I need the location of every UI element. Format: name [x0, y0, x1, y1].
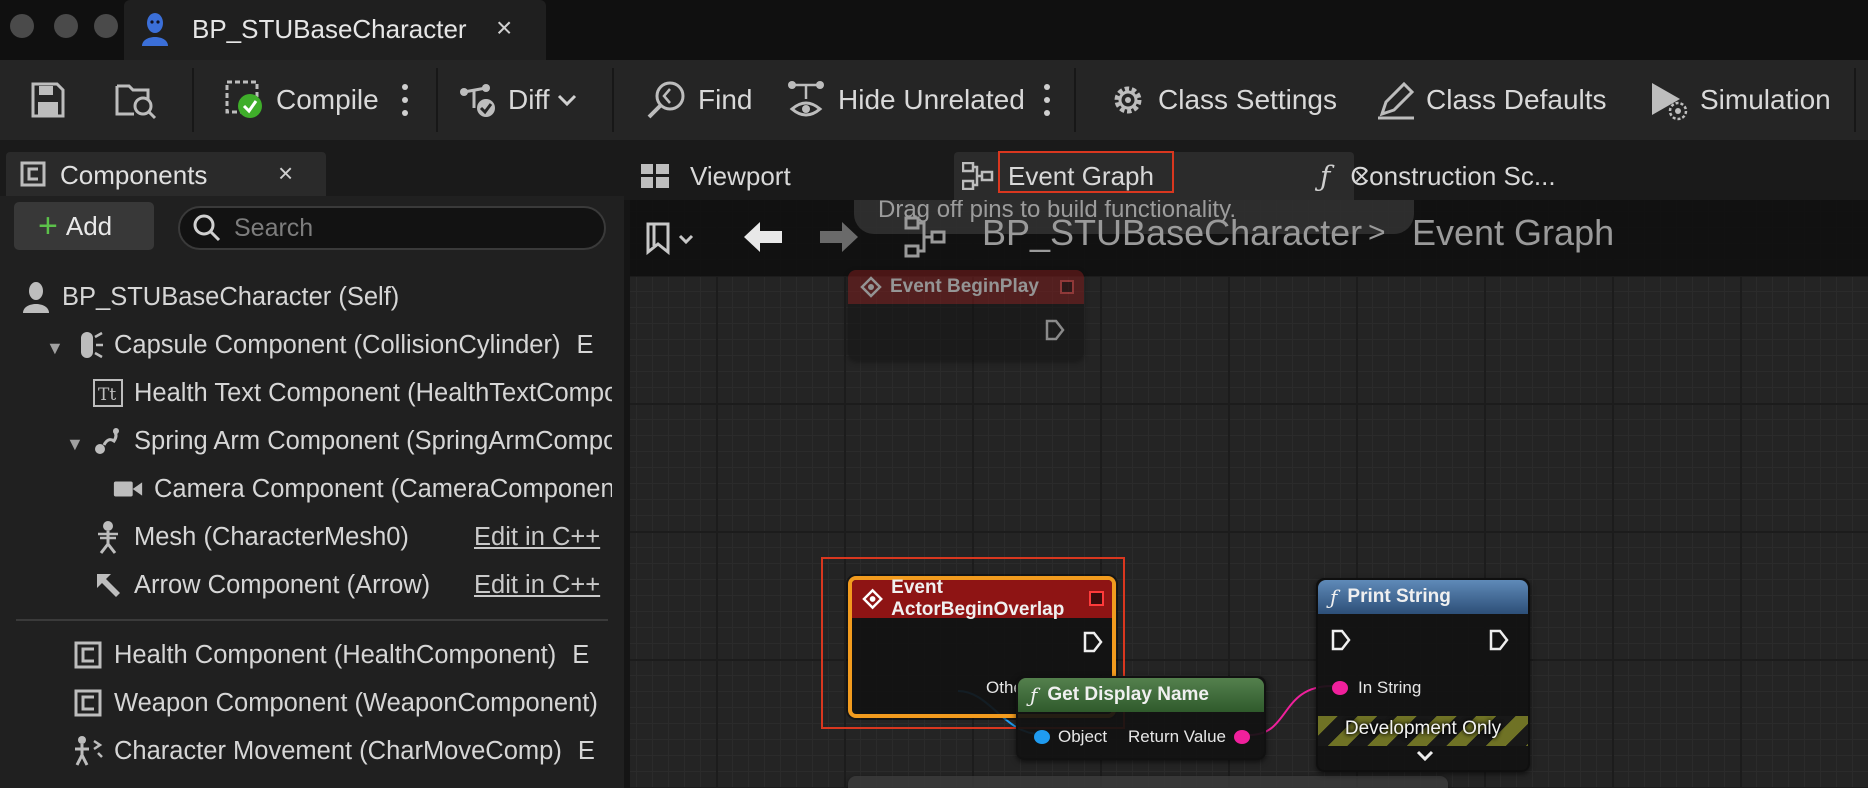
node-get-display-name[interactable]: ƒ Get Display Name Object Return Value: [1016, 676, 1266, 760]
hide-unrelated-icon: [788, 81, 824, 117]
hide-unrelated-label: Hide Unrelated: [838, 84, 1025, 115]
gear-icon: [1114, 86, 1142, 114]
tree-item-mesh[interactable]: Mesh (CharacterMesh0): [92, 515, 409, 559]
tree-item-capsule[interactable]: Capsule Component (CollisionCylinder) E: [72, 323, 593, 367]
class-defaults-label: Class Defaults: [1426, 84, 1607, 115]
component-tree: BP_STUBaseCharacter (Self) ▼ Capsule Com…: [0, 0, 612, 788]
node-header: ƒ Get Display Name: [1018, 678, 1264, 712]
tab-construction-script[interactable]: ƒ Construction Sc...: [1292, 152, 1672, 200]
event-graph-tab-highlight: [998, 151, 1174, 193]
function-icon: ƒ: [1030, 683, 1038, 707]
node-title: Get Display Name: [1047, 684, 1209, 705]
pin-label-object: Object: [1058, 727, 1108, 746]
development-only-label: Development Only: [1344, 718, 1502, 739]
hide-unrelated-options-icon[interactable]: [1044, 84, 1050, 116]
tree-item-label: Health Component (HealthComponent): [114, 640, 557, 669]
tree-item-health-text[interactable]: Tt Health Text Component (HealthTextComp…: [92, 371, 612, 415]
pin-label-in-string: In String: [1358, 678, 1422, 697]
pin-label-return-value: Return Value: [1128, 727, 1226, 746]
edit-in-cpp-link-truncated[interactable]: E: [572, 641, 589, 670]
edit-in-cpp-link-truncated[interactable]: E: [576, 331, 593, 360]
exec-output-pin-icon[interactable]: [1488, 628, 1510, 652]
simulation-play-icon: [1652, 83, 1688, 121]
class-settings-label: Class Settings: [1158, 84, 1337, 115]
hide-unrelated-button[interactable]: Hide Unrelated: [786, 80, 1025, 120]
string-output-pin-icon[interactable]: [1234, 730, 1250, 744]
tree-item-camera[interactable]: Camera Component (CameraComponent): [112, 467, 612, 511]
tree-item-arrow[interactable]: Arrow Component (Arrow): [92, 563, 430, 607]
exec-input-pin-icon[interactable]: [1330, 628, 1352, 652]
component-icon: [72, 639, 104, 671]
component-icon: [72, 687, 104, 719]
find-icon: [647, 81, 685, 119]
class-defaults-button[interactable]: Class Defaults: [1376, 80, 1607, 120]
arrow-component-icon: [92, 569, 124, 601]
event-graph-icon: [962, 162, 994, 190]
tree-item-character-movement[interactable]: Character Movement (CharMoveComp) E: [72, 729, 595, 773]
function-icon: ƒ: [1320, 159, 1331, 193]
tree-item-label: Character Movement (CharMoveComp): [114, 736, 562, 765]
tree-item-label: Mesh (CharacterMesh0): [134, 522, 409, 551]
node-header: ƒ Print String: [1318, 580, 1528, 614]
toolbar-separator: [1854, 68, 1856, 132]
tree-item-label: Spring Arm Component (SpringArmComponent…: [134, 426, 612, 455]
simulation-label: Simulation: [1700, 84, 1831, 115]
capsule-collision-icon: [72, 329, 104, 361]
edit-in-cpp-link[interactable]: Edit in C++: [474, 571, 600, 600]
tree-item-label: Arrow Component (Arrow): [134, 570, 431, 599]
collapse-caret-icon[interactable]: ▼: [46, 338, 64, 359]
editor-tabs-bar: Viewport Event Graph × ƒ Construction Sc…: [624, 140, 1868, 200]
node-title: Print String: [1347, 586, 1451, 607]
class-settings-button[interactable]: Class Settings: [1108, 80, 1337, 120]
tree-item-weapon-component[interactable]: Weapon Component (WeaponComponent): [72, 681, 598, 725]
tree-item-health-component[interactable]: Health Component (HealthComponent) E: [72, 633, 589, 677]
object-input-pin-icon[interactable]: [1034, 730, 1050, 744]
toolbar-separator: [1074, 68, 1076, 132]
event-graph-canvas[interactable]: Drag off pins to build functionality. BP…: [630, 200, 1868, 788]
string-input-pin-icon[interactable]: [1332, 681, 1348, 695]
text-render-icon: Tt: [92, 377, 124, 409]
chevron-down-icon[interactable]: [1416, 750, 1434, 762]
toolbar-separator: [612, 68, 614, 132]
tree-item-label: Capsule Component (CollisionCylinder): [114, 330, 561, 359]
tree-item-label: BP_STUBaseCharacter (Self): [62, 282, 400, 311]
edit-in-cpp-link-truncated[interactable]: E: [578, 737, 595, 766]
tree-item-label: Weapon Component (WeaponComponent): [114, 688, 598, 717]
find-label: Find: [698, 84, 753, 115]
character-icon: [20, 281, 52, 313]
pencil-edit-icon: [1378, 81, 1415, 120]
tree-item-label: Health Text Component (HealthTextCompone…: [134, 378, 612, 407]
tab-construction-label: Construction Sc...: [1350, 160, 1556, 191]
tree-item-self[interactable]: BP_STUBaseCharacter (Self): [20, 275, 399, 319]
camera-icon: [112, 473, 144, 505]
edit-in-cpp-link[interactable]: Edit in C++: [474, 523, 600, 552]
find-button[interactable]: Find: [646, 80, 752, 120]
tab-viewport-label: Viewport: [690, 160, 791, 191]
viewport-icon: [641, 164, 669, 188]
spring-arm-icon: [92, 425, 124, 457]
skeletal-mesh-icon: [92, 521, 124, 554]
simulation-button[interactable]: Simulation: [1648, 80, 1831, 121]
tree-item-label: Camera Component (CameraComponent): [154, 474, 612, 503]
svg-text:Tt: Tt: [98, 385, 116, 405]
function-icon: ƒ: [1330, 585, 1338, 609]
tree-item-spring-arm[interactable]: Spring Arm Component (SpringArmComponent…: [92, 419, 612, 463]
collapse-caret-icon[interactable]: ▼: [66, 434, 84, 455]
node-print-string[interactable]: ƒ Print String In String Development Onl…: [1316, 578, 1530, 772]
tab-viewport[interactable]: Viewport: [636, 152, 886, 200]
tree-divider: [16, 619, 608, 621]
character-movement-icon: [72, 735, 104, 767]
